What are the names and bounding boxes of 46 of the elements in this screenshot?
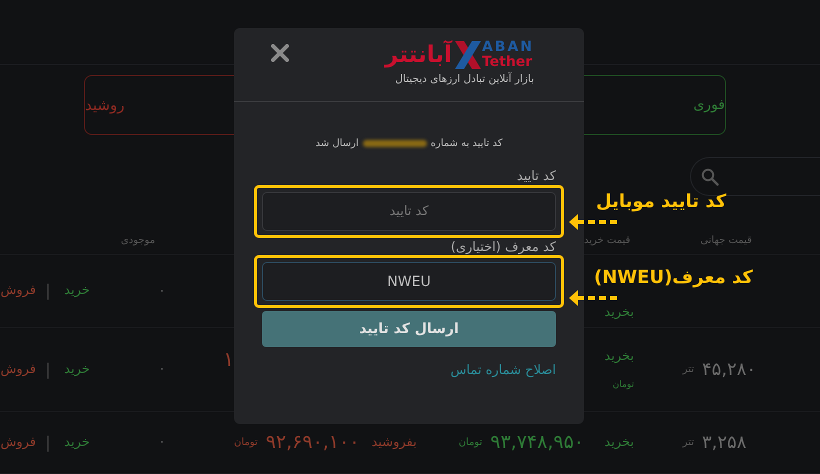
buy-link[interactable]: بخرید [604,347,634,366]
separator: | [44,432,52,454]
currency-unit: تتر [682,363,694,377]
separator: | [44,280,52,302]
input-field[interactable]: کد تایید [262,192,556,231]
tagline: بازار آنلاین تبادل ارزهای دیجیتال [395,72,534,87]
field-label: کد معرف (اختیاری) [450,240,556,256]
submit-button[interactable]: ارسال کد تایید [262,311,556,348]
stock-value: ۰ [158,282,166,299]
sell-link[interactable]: بفروشید [371,432,417,452]
currency-unit: تتر [682,436,694,450]
column-header: قیمت جهانی [700,234,752,248]
edit-phone-link[interactable]: اصلاح شماره تماس [450,361,556,381]
buy-link[interactable]: بخرید [604,432,634,452]
currency-unit: تومان [234,436,258,450]
annotation-text: کد معرف(NWEU) [594,266,753,290]
buy-price: ۹۳,۷۴۸,۹۵۰ [490,430,584,456]
message-text: کد تایید به شماره [430,137,502,151]
message-text: ارسال شد [316,137,359,151]
stock-value: ۰ [158,361,166,378]
currency-unit: تومان [458,436,482,450]
close-icon[interactable] [270,44,290,62]
logo-text: Tether [482,55,534,70]
separator: | [44,358,52,381]
buy-link[interactable]: خرید [60,360,94,380]
column-header: موجودی [120,234,156,248]
sell-link[interactable]: فروش [0,360,36,380]
column-header: قیمت خرید [584,234,630,248]
field-label: کد تایید [516,169,556,185]
input-field[interactable]: NWEU [262,262,556,302]
buy-link[interactable]: خرید [60,432,94,452]
global-price: ۴۵,۲۸۰ [702,358,756,382]
sell-link[interactable]: فروش [0,281,36,301]
currency-unit: تومان [612,378,634,392]
price-text: ۱ [222,346,234,372]
global-price: ۳,۲۵۸ [702,431,746,455]
annotation-text: کد تایید موبایل [596,190,726,214]
search-icon [701,168,719,186]
sell-link[interactable]: فروش [0,432,36,452]
buy-link[interactable]: خرید [60,281,94,301]
blurred-number [362,140,427,147]
logo-text: ABAN [482,40,534,55]
logo-icon [454,40,482,70]
sell-price: ۹۲,۶۹۰,۱۰۰ [266,430,360,456]
stock-value: ۰ [158,434,166,450]
buy-link[interactable]: بخرید [604,303,634,323]
